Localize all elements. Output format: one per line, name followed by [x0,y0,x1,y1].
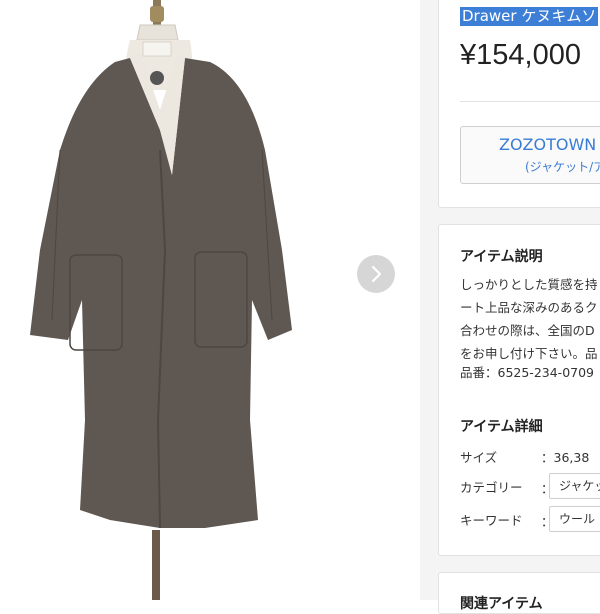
next-image-button[interactable] [357,255,395,293]
description-line: 合わせの際は、全国のD [460,323,595,338]
related-items-card: 関連アイテム [438,572,600,614]
zozotown-button-sublabel: (ジャケット/ア [525,160,600,174]
description-line: しっかりとした質感を持 [460,277,598,292]
chevron-right-icon [371,265,382,283]
keyword-tag[interactable]: ウール [549,506,600,532]
product-image-area [0,0,420,600]
product-title: Drawer ケヌキムソ [460,7,599,26]
size-label: サイズ [460,450,498,465]
keyword-label: キーワード [460,513,523,528]
description-heading: アイテム説明 [460,249,543,265]
product-image [30,0,292,600]
zozotown-button-label: ZOZOTOWN [499,135,597,154]
category-label: カテゴリー [460,480,523,495]
product-price: ¥154,000 [460,39,581,71]
size-value: ：36,38 [541,450,590,465]
related-heading: 関連アイテム [460,596,543,612]
description-line: ート上品な深みのあるク [460,300,598,315]
divider [460,101,600,102]
product-number: 品番：6525-234-0709 [460,365,595,380]
category-tag[interactable]: ジャケッ [549,473,600,499]
product-summary-card: Drawer ケヌキムソ ¥154,000 ZOZOTOWN (ジャケット/ア [438,0,600,208]
zozotown-button[interactable]: ZOZOTOWN (ジャケット/ア [460,126,600,184]
description-line: をお申し付け下さい。品 [460,346,598,361]
item-description-card: アイテム説明 しっかりとした質感を持 ート上品な深みのあるク 合わせの際は、全国… [438,224,600,556]
details-heading: アイテム詳細 [460,419,543,435]
